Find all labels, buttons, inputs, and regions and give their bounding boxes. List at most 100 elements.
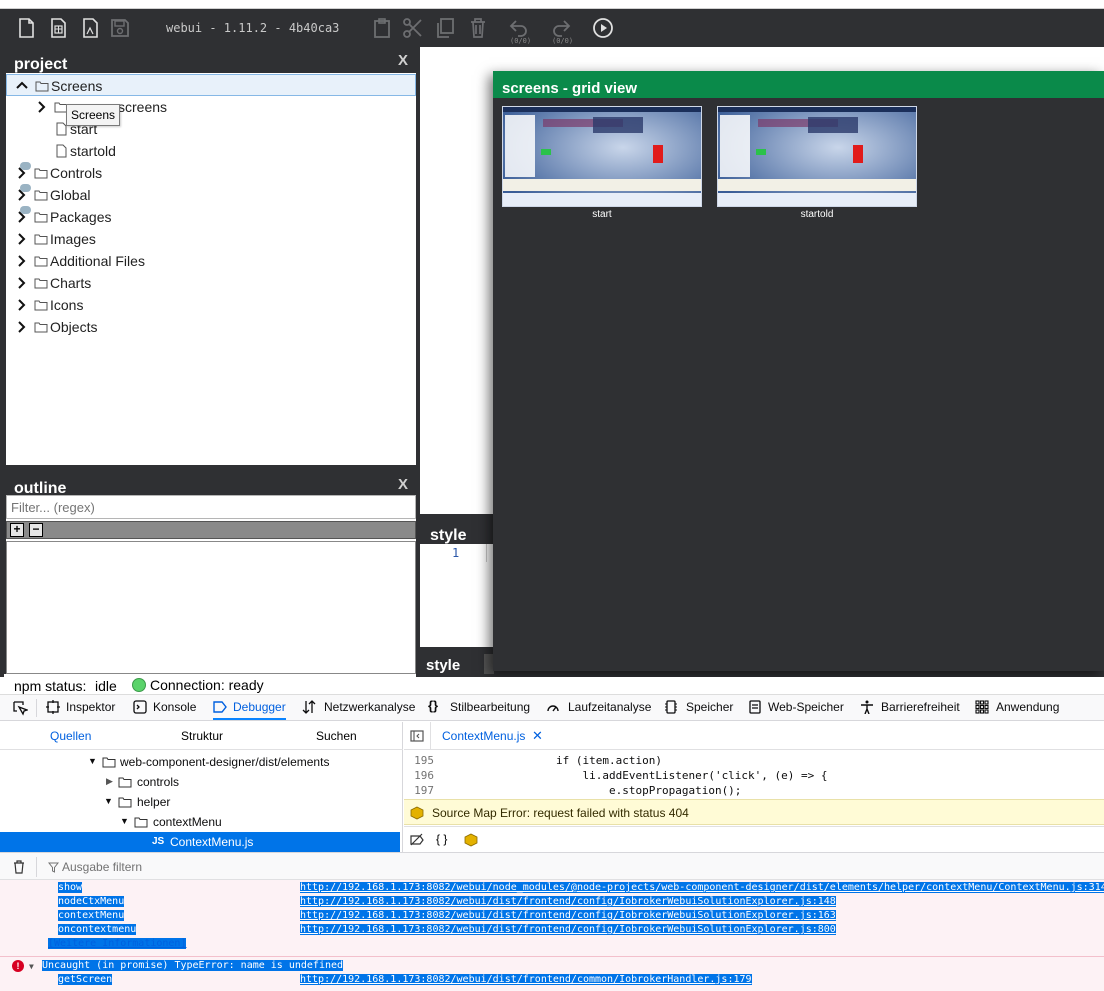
tab-label: Netzwerkanalyse	[324, 700, 416, 714]
outline-panel: outline X + −	[4, 471, 416, 674]
tree-item-label: Global	[50, 187, 91, 203]
code-line: 196 li.addEventListener('click', (e) => …	[404, 769, 1104, 784]
toggle-sidebar-icon[interactable]	[410, 730, 424, 742]
tree-item-label: Charts	[50, 275, 92, 291]
tab-speicher[interactable]: Speicher	[664, 695, 733, 720]
outline-tree[interactable]	[6, 541, 416, 674]
tab-laufzeitanalyse[interactable]: Laufzeitanalyse	[546, 695, 651, 720]
disable-breakpoints-icon[interactable]	[410, 833, 424, 847]
more-info-link[interactable]: [Weitere Informationen]	[48, 938, 187, 949]
tab-inspektor[interactable]: Inspektor	[46, 695, 115, 720]
sourcemap-error-text: Source Map Error: request failed with st…	[432, 806, 689, 820]
tree-item-label: Controls	[50, 165, 103, 181]
chevron-down-icon: ▼	[88, 756, 97, 766]
collapse-all-button[interactable]: −	[29, 523, 43, 537]
sourcemap-warning: Source Map Error: request failed with st…	[404, 799, 1104, 825]
performance-icon	[547, 705, 559, 712]
copy-icon[interactable]	[433, 16, 457, 40]
source-tree-item-selected[interactable]: JS ContextMenu.js	[0, 832, 400, 852]
close-icon[interactable]: ✕	[532, 728, 543, 744]
tab-label: Anwendung	[996, 700, 1060, 714]
new-control-icon[interactable]	[78, 16, 102, 40]
screen-thumbnail-startold[interactable]	[717, 106, 917, 207]
pretty-print-button[interactable]: { }	[436, 832, 447, 846]
sourcemap-icon[interactable]	[464, 833, 478, 847]
tree-item-images[interactable]: Images	[6, 228, 416, 250]
tree-item-label: Screens	[51, 78, 103, 94]
tree-item-startold[interactable]: startold	[6, 140, 416, 162]
tab-anwendung[interactable]: Anwendung	[975, 695, 1059, 720]
source-tree-item[interactable]: ▼ contextMenu	[0, 812, 400, 832]
source-tree-item[interactable]: ▶ controls	[0, 772, 400, 792]
outline-close-button[interactable]: X	[398, 476, 408, 493]
screen-thumbnail-start[interactable]	[502, 106, 702, 207]
tree-item-charts[interactable]: Charts	[6, 272, 416, 294]
chevron-right-icon[interactable]	[34, 100, 48, 114]
chevron-down-icon[interactable]: ▼	[29, 962, 34, 971]
chevron-right-icon[interactable]	[14, 254, 28, 268]
expand-all-button[interactable]: +	[10, 523, 24, 537]
chevron-right-icon[interactable]	[14, 320, 28, 334]
outline-filter-input[interactable]	[6, 495, 416, 519]
line-number: 196	[414, 769, 434, 782]
chevron-right-icon[interactable]	[14, 232, 28, 246]
tree-item-label: Icons	[50, 297, 84, 313]
tree-item-controls[interactable]: Controls	[6, 162, 416, 184]
tab-netzwerkanalyse[interactable]: Netzwerkanalyse	[302, 695, 415, 720]
undo-count: (0/0)	[510, 37, 532, 45]
grid-view-title: screens - grid view	[493, 71, 1104, 98]
tree-item-global[interactable]: Global	[6, 184, 416, 206]
folder-icon	[34, 278, 48, 289]
editor-tab-contextmenu[interactable]: ContextMenu.js	[442, 729, 525, 743]
tree-item-objects[interactable]: Objects	[6, 316, 416, 338]
stack-url-link[interactable]: http://192.168.1.173:8082/webui/dist/fro…	[300, 896, 836, 907]
element-picker-icon[interactable]	[12, 700, 28, 716]
stack-url-link[interactable]: http://192.168.1.173:8082/webui/dist/fro…	[300, 974, 752, 985]
source-tree-label: web-component-designer/dist/elements	[120, 755, 330, 769]
tree-item-packages[interactable]: Packages	[6, 206, 416, 228]
tab-label: Laufzeitanalyse	[568, 700, 652, 714]
tab-style[interactable]: style	[426, 657, 460, 674]
tab-label: Web-Speicher	[768, 700, 844, 714]
tab-stilbearbeitung[interactable]: {} Stilbearbeitung	[428, 695, 530, 720]
new-file-icon[interactable]	[14, 16, 38, 40]
trash-icon[interactable]	[12, 860, 26, 874]
chevron-right-icon[interactable]	[14, 276, 28, 290]
delete-icon[interactable]	[466, 16, 490, 40]
chevron-up-icon[interactable]	[15, 79, 29, 93]
folder-icon	[134, 817, 148, 828]
tree-item-additional-files[interactable]: Additional Files	[6, 250, 416, 272]
style-editor-icon: {}	[428, 698, 439, 713]
source-tree-label: helper	[137, 795, 171, 809]
run-icon[interactable]	[591, 16, 615, 40]
save-icon[interactable]	[108, 16, 132, 40]
project-panel-title: project	[14, 56, 68, 73]
tab-label: Konsole	[153, 700, 197, 714]
paste-icon[interactable]	[370, 16, 394, 40]
stack-url-link[interactable]: http://192.168.1.173:8082/webui/dist/fro…	[300, 910, 836, 921]
tab-quellen[interactable]: Quellen	[50, 729, 91, 743]
tab-web-speicher[interactable]: Web-Speicher	[748, 695, 844, 720]
tree-item-label: Additional Files	[50, 253, 145, 269]
line-number: 195	[414, 754, 434, 767]
tab-debugger[interactable]: Debugger	[213, 695, 286, 720]
line-number: 1	[452, 546, 460, 560]
tab-konsole[interactable]: Konsole	[133, 695, 196, 720]
tab-suchen[interactable]: Suchen	[316, 729, 357, 743]
console-filter-input[interactable]: Ausgabe filtern	[62, 860, 142, 874]
stack-url-link[interactable]: http://192.168.1.173:8082/webui/dist/fro…	[300, 924, 836, 935]
source-tree-item[interactable]: ▼ helper	[0, 792, 400, 812]
tree-item-icons[interactable]: Icons	[6, 294, 416, 316]
project-close-button[interactable]: X	[398, 52, 408, 69]
tab-struktur[interactable]: Struktur	[181, 729, 223, 743]
cut-icon[interactable]	[401, 16, 425, 40]
tree-item-screens[interactable]: Screens	[6, 74, 416, 96]
stack-frame: oncontextmenu http://192.168.1.173:8082/…	[0, 924, 1104, 938]
stack-url-link[interactable]: http://192.168.1.173:8082/webui/node_mod…	[300, 882, 1104, 893]
chevron-right-icon[interactable]	[14, 298, 28, 312]
new-screen-icon[interactable]	[46, 16, 70, 40]
folder-icon	[34, 300, 48, 311]
source-tree-item[interactable]: ▼ web-component-designer/dist/elements	[0, 752, 400, 772]
tab-barrierefreiheit[interactable]: Barrierefreiheit	[860, 695, 960, 720]
refresh-badge-icon	[20, 206, 31, 214]
